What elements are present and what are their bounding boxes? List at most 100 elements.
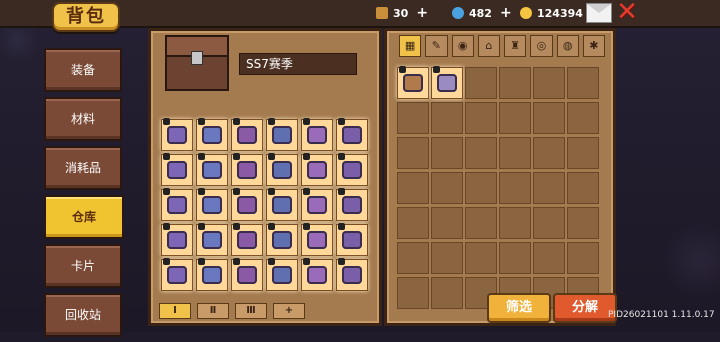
inventory-slot-empty[interactable] [397, 172, 429, 204]
inventory-slot-empty[interactable] [465, 67, 497, 99]
inventory-slot-empty[interactable] [533, 207, 565, 239]
season-name-field[interactable]: SS7赛季 [239, 53, 357, 75]
inventory-slot-empty[interactable] [499, 242, 531, 274]
warehouse-item[interactable] [231, 118, 263, 151]
page-tab-1[interactable]: Ⅰ [159, 303, 191, 319]
category-amulet-icon[interactable]: ◍ [556, 35, 579, 57]
warehouse-item[interactable] [301, 118, 333, 151]
inventory-slot-empty[interactable] [397, 137, 429, 169]
add-gem-button[interactable]: + [500, 5, 512, 21]
inventory-slot-empty[interactable] [567, 172, 599, 204]
inventory-slot-empty[interactable] [431, 102, 463, 134]
inventory-slot-empty[interactable] [533, 172, 565, 204]
inventory-slot-empty[interactable] [465, 137, 497, 169]
inventory-slot-empty[interactable] [533, 67, 565, 99]
close-icon[interactable]: ✕ [615, 0, 639, 25]
inventory-slot-empty[interactable] [499, 67, 531, 99]
warehouse-item[interactable] [161, 258, 193, 291]
inventory-slot-empty[interactable] [465, 207, 497, 239]
warehouse-item[interactable] [231, 153, 263, 186]
inventory-slot-empty[interactable] [567, 67, 599, 99]
inventory-item[interactable] [397, 66, 429, 99]
inventory-slot-empty[interactable] [533, 102, 565, 134]
filter-button[interactable]: 筛选 [487, 293, 551, 323]
inventory-slot-empty[interactable] [567, 102, 599, 134]
warehouse-item[interactable] [266, 223, 298, 256]
sidebar-item-recycle-bin[interactable]: 回收站 [44, 293, 122, 337]
add-page-button[interactable]: + [273, 303, 305, 319]
warehouse-item[interactable] [196, 188, 228, 221]
sidebar-item-warehouse[interactable]: 仓库 [44, 195, 124, 239]
warehouse-item[interactable] [161, 118, 193, 151]
item-sprite [307, 196, 327, 214]
inventory-slot-empty[interactable] [567, 242, 599, 274]
warehouse-item[interactable] [266, 258, 298, 291]
inventory-slot-empty[interactable] [465, 242, 497, 274]
inventory-slot-empty[interactable] [499, 207, 531, 239]
warehouse-item[interactable] [336, 118, 368, 151]
inventory-slot-empty[interactable] [431, 172, 463, 204]
inventory-slot-empty[interactable] [499, 137, 531, 169]
sidebar-item-cards[interactable]: 卡片 [44, 244, 122, 288]
category-weapon-icon[interactable]: ✎ [425, 35, 448, 57]
page-tab-2[interactable]: Ⅱ [197, 303, 229, 319]
warehouse-item[interactable] [161, 188, 193, 221]
inventory-slot-empty[interactable] [567, 137, 599, 169]
lock-icon [268, 118, 275, 125]
warehouse-item[interactable] [336, 153, 368, 186]
warehouse-item[interactable] [196, 223, 228, 256]
warehouse-item[interactable] [301, 153, 333, 186]
warehouse-item[interactable] [336, 223, 368, 256]
warehouse-item[interactable] [336, 188, 368, 221]
page-tab-3[interactable]: Ⅲ [235, 303, 267, 319]
warehouse-item[interactable] [196, 258, 228, 291]
warehouse-item[interactable] [161, 223, 193, 256]
warehouse-item[interactable] [231, 188, 263, 221]
inventory-slot-empty[interactable] [465, 102, 497, 134]
lock-icon [198, 223, 205, 230]
lock-icon [198, 118, 205, 125]
inventory-slot-empty[interactable] [431, 242, 463, 274]
inventory-slot-empty[interactable] [397, 207, 429, 239]
lock-icon [303, 258, 310, 265]
item-sprite [237, 161, 257, 179]
warehouse-item[interactable] [301, 223, 333, 256]
warehouse-item[interactable] [161, 153, 193, 186]
category-helmet-icon[interactable]: ⌂ [477, 35, 500, 57]
category-boots-icon[interactable]: ♜ [504, 35, 527, 57]
inventory-slot-empty[interactable] [397, 242, 429, 274]
lock-icon [303, 188, 310, 195]
inventory-slot-empty[interactable] [397, 102, 429, 134]
sidebar-item-materials[interactable]: 材料 [44, 97, 122, 141]
inventory-slot-empty[interactable] [431, 207, 463, 239]
warehouse-item[interactable] [266, 153, 298, 186]
inventory-slot-empty[interactable] [533, 242, 565, 274]
inventory-slot-empty[interactable] [499, 172, 531, 204]
inventory-slot-empty[interactable] [431, 277, 463, 309]
inventory-slot-empty[interactable] [533, 137, 565, 169]
item-sprite [167, 231, 187, 249]
category-misc-icon[interactable]: ✱ [582, 35, 605, 57]
warehouse-item[interactable] [336, 258, 368, 291]
warehouse-item[interactable] [301, 258, 333, 291]
add-wood-button[interactable]: + [416, 5, 428, 21]
warehouse-item[interactable] [266, 188, 298, 221]
category-ring-icon[interactable]: ◎ [530, 35, 553, 57]
inventory-item[interactable] [431, 66, 463, 99]
sidebar-item-consumables[interactable]: 消耗品 [44, 146, 122, 190]
category-pet-icon[interactable]: ◉ [451, 35, 474, 57]
category-all-icon[interactable]: ▦ [399, 35, 422, 57]
warehouse-item[interactable] [196, 153, 228, 186]
mail-icon[interactable] [586, 3, 612, 23]
inventory-slot-empty[interactable] [567, 207, 599, 239]
warehouse-item[interactable] [196, 118, 228, 151]
warehouse-item[interactable] [231, 223, 263, 256]
inventory-slot-empty[interactable] [499, 102, 531, 134]
inventory-slot-empty[interactable] [397, 277, 429, 309]
inventory-slot-empty[interactable] [465, 172, 497, 204]
warehouse-item[interactable] [266, 118, 298, 151]
warehouse-item[interactable] [231, 258, 263, 291]
warehouse-item[interactable] [301, 188, 333, 221]
sidebar-item-equipment[interactable]: 装备 [44, 48, 122, 92]
inventory-slot-empty[interactable] [431, 137, 463, 169]
